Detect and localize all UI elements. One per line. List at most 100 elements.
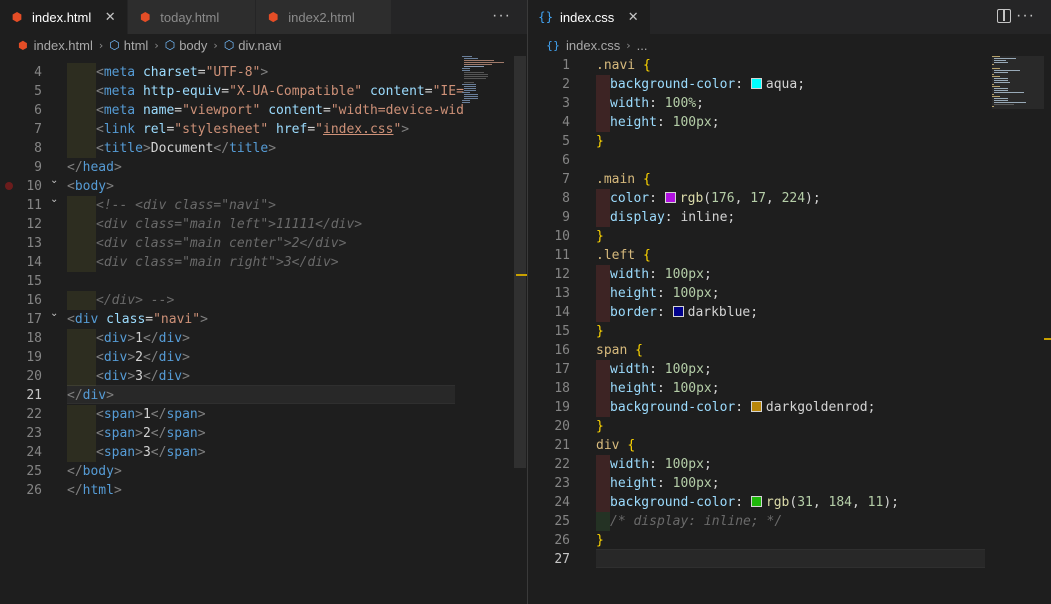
code-token: ); — [883, 495, 899, 510]
breadcrumb-item-div-navi[interactable]: div.navi — [238, 38, 281, 53]
breadcrumb-item-more[interactable]: ... — [637, 38, 648, 53]
line-number: 4 — [34, 65, 42, 80]
code-text: height: 100px; — [596, 284, 720, 303]
code-token: head — [82, 160, 114, 175]
code-text: <div>2</div> — [67, 348, 190, 367]
minimap-line — [462, 100, 470, 101]
code-token: > — [106, 388, 114, 403]
minimap-slider[interactable] — [992, 56, 1044, 109]
code-token: > — [197, 445, 206, 460]
line-number: 6 — [562, 153, 570, 168]
code-token: < — [96, 407, 104, 422]
code-line: 19 <div>2</div> — [0, 348, 527, 367]
split-editor-icon[interactable] — [997, 9, 1011, 23]
code-token: = — [197, 65, 206, 80]
line-number: 20 — [26, 369, 42, 384]
code-text: <div class="main center">2</div> — [67, 234, 346, 253]
line-number: 12 — [554, 267, 570, 282]
code-token: ; — [711, 381, 720, 396]
code-token: > — [260, 65, 269, 80]
minimap-line — [462, 102, 470, 103]
tab-today-html[interactable]: ⬢ today.html ✕ — [128, 0, 257, 34]
indent-guide — [596, 284, 610, 303]
code-token: < — [96, 426, 104, 441]
code-token: div — [158, 331, 183, 346]
minimap[interactable] — [462, 56, 517, 116]
line-number: 25 — [554, 514, 570, 529]
code-line: 7 .main { — [528, 170, 1051, 189]
fold-chevron-icon[interactable]: ⌄ — [50, 194, 58, 205]
code-token: span — [166, 445, 198, 460]
code-token: div — [103, 369, 128, 384]
indent-guide — [596, 265, 610, 284]
line-number: 15 — [554, 324, 570, 339]
tab-index-html[interactable]: ⬢ index.html ✕ — [0, 0, 129, 34]
css-icon: {} — [546, 38, 560, 52]
code-token: </div> --> — [96, 293, 175, 308]
code-token: ; — [703, 457, 712, 472]
code-token: < — [96, 350, 104, 365]
code-line: 5} — [528, 132, 1051, 151]
code-text: <div class="main left">11111</div> — [67, 215, 362, 234]
indent-guide — [596, 398, 610, 417]
code-token: ; — [711, 286, 720, 301]
line-number: 26 — [26, 483, 42, 498]
breakpoint-icon[interactable] — [5, 182, 13, 190]
code-token: display — [610, 210, 665, 225]
code-line: 12 width: 100px; — [528, 265, 1051, 284]
code-token: > — [182, 369, 190, 384]
color-swatch[interactable] — [664, 192, 676, 203]
breadcrumb-item-html[interactable]: html — [124, 38, 149, 53]
tab-index-css[interactable]: {} index.css ✕ — [528, 0, 652, 34]
html-code-editor[interactable]: 4 <meta charset="UTF-8"> 5 <meta http-equiv… — [0, 56, 527, 604]
code-token: < — [67, 179, 75, 194]
code-line: 3 width: 100%; — [528, 94, 1051, 113]
color-swatch[interactable] — [750, 401, 762, 412]
breadcrumb-item-file[interactable]: index.html — [34, 38, 93, 53]
breadcrumb-item-body[interactable]: body — [179, 38, 207, 53]
indent-guide — [67, 196, 96, 215]
close-icon[interactable]: ✕ — [103, 10, 117, 25]
color-swatch[interactable] — [750, 496, 762, 507]
color-swatch[interactable] — [672, 306, 684, 317]
scrollbar[interactable] — [514, 56, 526, 468]
code-text: <meta charset="UTF-8"> — [67, 63, 268, 82]
indent-guide — [67, 253, 96, 272]
color-swatch[interactable] — [750, 78, 762, 89]
chevron-right-icon: › — [213, 38, 218, 52]
code-line: 21 </div> — [0, 386, 527, 405]
code-token: div — [82, 388, 107, 403]
line-number: 15 — [26, 274, 42, 289]
code-line: 6 — [528, 151, 1051, 170]
more-actions-icon[interactable]: ··· — [492, 7, 511, 25]
code-token: > — [401, 122, 410, 137]
html5-icon: ⬢ — [140, 10, 151, 24]
fold-chevron-icon[interactable]: ⌄ — [50, 308, 58, 319]
line-number: 17 — [554, 362, 570, 377]
code-token: </ — [150, 445, 167, 460]
close-icon[interactable]: ✕ — [626, 10, 640, 25]
code-token: </ — [213, 141, 230, 156]
code-token: inline — [680, 210, 728, 225]
code-token: : — [656, 476, 673, 491]
code-token: aqua — [765, 77, 798, 92]
code-token: : — [656, 286, 673, 301]
code-token: width — [610, 362, 650, 377]
code-token: , — [852, 495, 868, 510]
more-actions-icon[interactable]: ··· — [1016, 7, 1035, 25]
css-code-editor[interactable]: 1 .navi {2 background-color: aqua; 3 width: … — [528, 56, 1051, 604]
fold-chevron-icon[interactable]: ⌄ — [50, 175, 58, 186]
tab-index2-html[interactable]: ⬢ index2.html ✕ — [256, 0, 392, 34]
code-token: > — [197, 407, 206, 422]
code-token: .main — [596, 172, 643, 187]
code-token: "viewport" — [182, 103, 261, 118]
indent-guide — [67, 405, 96, 424]
minimap-line — [464, 76, 488, 77]
minimap-line — [462, 92, 470, 93]
code-token: ; — [711, 476, 720, 491]
code-token: } — [596, 419, 604, 434]
line-number: 21 — [554, 438, 570, 453]
breadcrumb-item-file[interactable]: index.css — [566, 38, 620, 53]
indent-guide — [67, 291, 96, 310]
code-token: border — [610, 305, 657, 320]
